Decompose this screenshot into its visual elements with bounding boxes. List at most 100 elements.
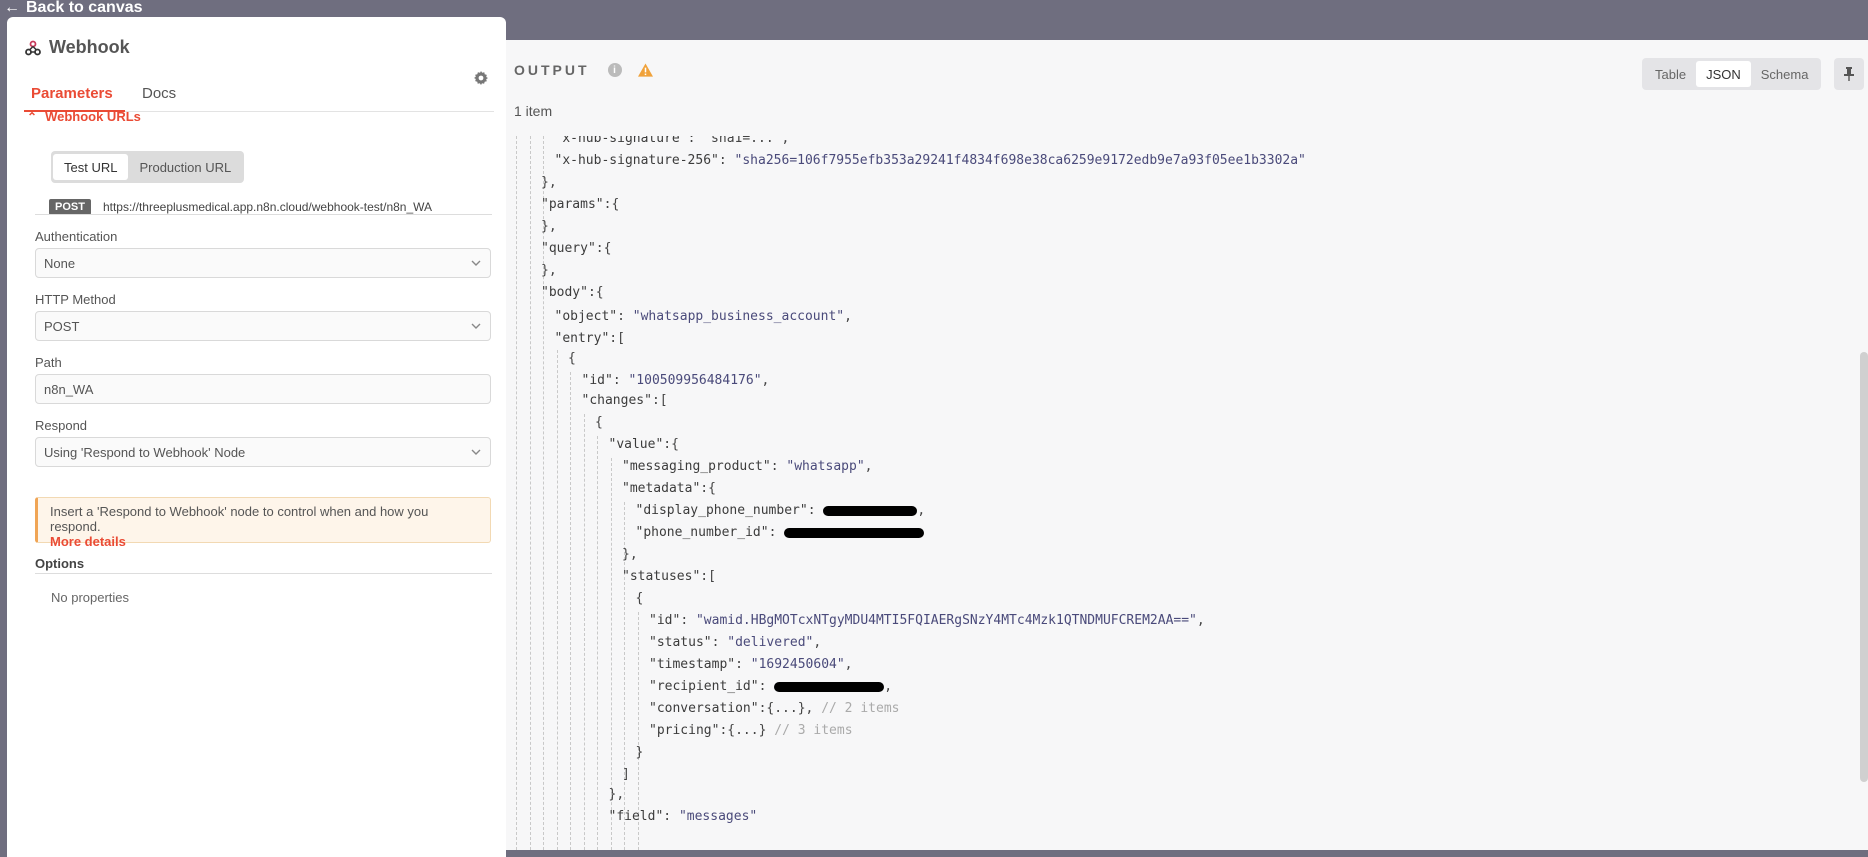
json-key[interactable]: "conversation" (649, 701, 759, 716)
url-type-switch: Test URL Production URL (51, 151, 245, 183)
webhook-url-text[interactable]: https://threeplusmedical.app.n8n.cloud/w… (103, 200, 432, 214)
json-string-value[interactable]: "whatsapp_business_account" (633, 309, 844, 324)
json-key[interactable]: "display_phone_number" (636, 503, 808, 518)
json-key[interactable]: "timestamp" (649, 657, 735, 672)
info-icon[interactable]: i (607, 63, 622, 77)
json-key[interactable]: "recipient_id" (649, 679, 759, 694)
json-punct: , (813, 635, 822, 650)
json-key[interactable]: "id" (582, 373, 613, 388)
json-string-value[interactable]: "messages" (679, 809, 757, 824)
json-line: }, (541, 262, 557, 280)
json-punct: :{ (595, 241, 612, 256)
webhook-urls-toggle[interactable]: ⌃ Webhook URLs (27, 109, 141, 124)
json-key[interactable]: "query" (541, 241, 596, 256)
json-key[interactable]: "id" (649, 613, 680, 628)
json-colon: : (768, 525, 785, 540)
scrollbar-thumb[interactable] (1860, 352, 1868, 782)
method-badge: POST (49, 199, 91, 215)
json-string-value[interactable]: "delivered" (727, 635, 813, 650)
pin-data-button[interactable] (1834, 58, 1864, 90)
json-key[interactable]: "body" (541, 285, 588, 300)
json-key[interactable]: "params" (541, 197, 604, 212)
json-key[interactable]: "status" (649, 635, 712, 650)
tab-docs[interactable]: Docs (142, 85, 176, 102)
json-colon: : (807, 503, 824, 518)
json-colon: : (680, 613, 696, 628)
path-label: Path (35, 355, 62, 370)
json-line: ] (622, 766, 630, 784)
output-view-switch: Table JSON Schema (1642, 58, 1822, 90)
json-key[interactable]: "value" (609, 437, 664, 452)
path-value: n8n_WA (44, 381, 94, 397)
json-punct: : "sha1=...", (687, 136, 790, 146)
json-key[interactable]: "field" (609, 809, 664, 824)
more-details-link[interactable]: More details (50, 534, 478, 549)
tab-parameters[interactable]: Parameters (31, 85, 113, 102)
json-colon: : (735, 657, 751, 672)
json-line: "metadata":{ (622, 480, 716, 498)
json-punct: { (568, 351, 576, 366)
json-colon: : (758, 679, 775, 694)
authentication-select[interactable]: None (35, 248, 491, 278)
json-key[interactable]: "entry" (555, 331, 610, 346)
json-punct: , (844, 657, 853, 672)
json-punct: :{ (587, 285, 604, 300)
json-output-view[interactable]: "x-hub-signature": "sha1=...", "x-hub-sig… (514, 136, 1854, 850)
json-punct: :{...}, (758, 701, 814, 716)
notice-text: Insert a 'Respond to Webhook' node to co… (50, 504, 429, 534)
json-string-value[interactable]: "1692450604" (751, 657, 845, 672)
json-punct: }, (608, 787, 625, 802)
json-line: "x-hub-signature-256": "sha256=106f7955e… (555, 152, 1306, 170)
json-line: "phone_number_id": (636, 524, 925, 542)
json-punct: }, (541, 175, 557, 190)
json-key[interactable]: "statuses" (622, 569, 700, 584)
json-key[interactable]: "x-hub-signature-256" (555, 153, 719, 168)
json-punct: , (917, 503, 926, 518)
json-punct: }, (541, 219, 557, 234)
http-method-label: HTTP Method (35, 292, 116, 307)
json-string-value[interactable]: "sha256=106f7955efb353a29241f4834f698e38… (735, 153, 1306, 168)
json-key[interactable]: "messaging_product" (622, 459, 771, 474)
json-line: "value":{ (609, 436, 679, 454)
json-line: "id": "wamid.HBgMOTcxNTgyMDU4MTI5FQIAERg… (649, 612, 1205, 630)
json-line: "display_phone_number": , (636, 502, 926, 520)
webhook-url-row: POST https://threeplusmedical.app.n8n.cl… (49, 199, 432, 215)
gear-icon[interactable] (473, 70, 489, 86)
view-schema-button[interactable]: Schema (1751, 61, 1819, 87)
json-key[interactable]: "object" (555, 309, 618, 324)
json-key[interactable]: "changes" (582, 393, 652, 408)
back-to-canvas-button[interactable]: ← Back to canvas (0, 0, 143, 16)
http-method-select[interactable]: POST (35, 311, 491, 341)
respond-select[interactable]: Using 'Respond to Webhook' Node (35, 437, 491, 467)
chevron-up-icon: ⌃ (27, 109, 38, 124)
warning-icon[interactable] (637, 63, 653, 77)
json-key[interactable]: "x-hub-signature" (555, 136, 688, 146)
path-input[interactable]: n8n_WA (35, 374, 491, 404)
pin-icon (1844, 67, 1854, 81)
back-to-canvas-label: Back to canvas (26, 0, 143, 16)
json-key[interactable]: "pricing" (649, 723, 719, 738)
json-line: "field": "messages" (609, 808, 758, 826)
item-count: 1 item (514, 103, 553, 119)
json-line: }, (609, 786, 625, 804)
view-json-button[interactable]: JSON (1696, 61, 1751, 87)
json-colon: : (718, 153, 735, 168)
json-string-value[interactable]: "wamid.HBgMOTcxNTgyMDU4MTI5FQIAERgSNzY4M… (696, 613, 1197, 628)
json-punct: :{...} (719, 723, 767, 738)
indent-guide (570, 372, 571, 850)
node-title: Webhook (49, 37, 130, 57)
production-url-button[interactable]: Production URL (128, 154, 242, 180)
json-punct: :[ (700, 569, 716, 584)
view-table-button[interactable]: Table (1645, 61, 1696, 87)
json-key[interactable]: "phone_number_id" (636, 525, 769, 540)
json-punct: :{ (603, 197, 620, 212)
json-line: } (636, 744, 644, 762)
json-line: "timestamp": "1692450604", (649, 656, 853, 674)
json-line: "body":{ (541, 284, 604, 302)
test-url-button[interactable]: Test URL (53, 154, 129, 180)
json-key[interactable]: "metadata" (622, 481, 700, 496)
json-string-value[interactable]: "100509956484176" (628, 373, 761, 388)
json-string-value[interactable]: "whatsapp" (786, 459, 864, 474)
options-label: Options (35, 556, 85, 571)
json-punct: , (844, 309, 852, 324)
